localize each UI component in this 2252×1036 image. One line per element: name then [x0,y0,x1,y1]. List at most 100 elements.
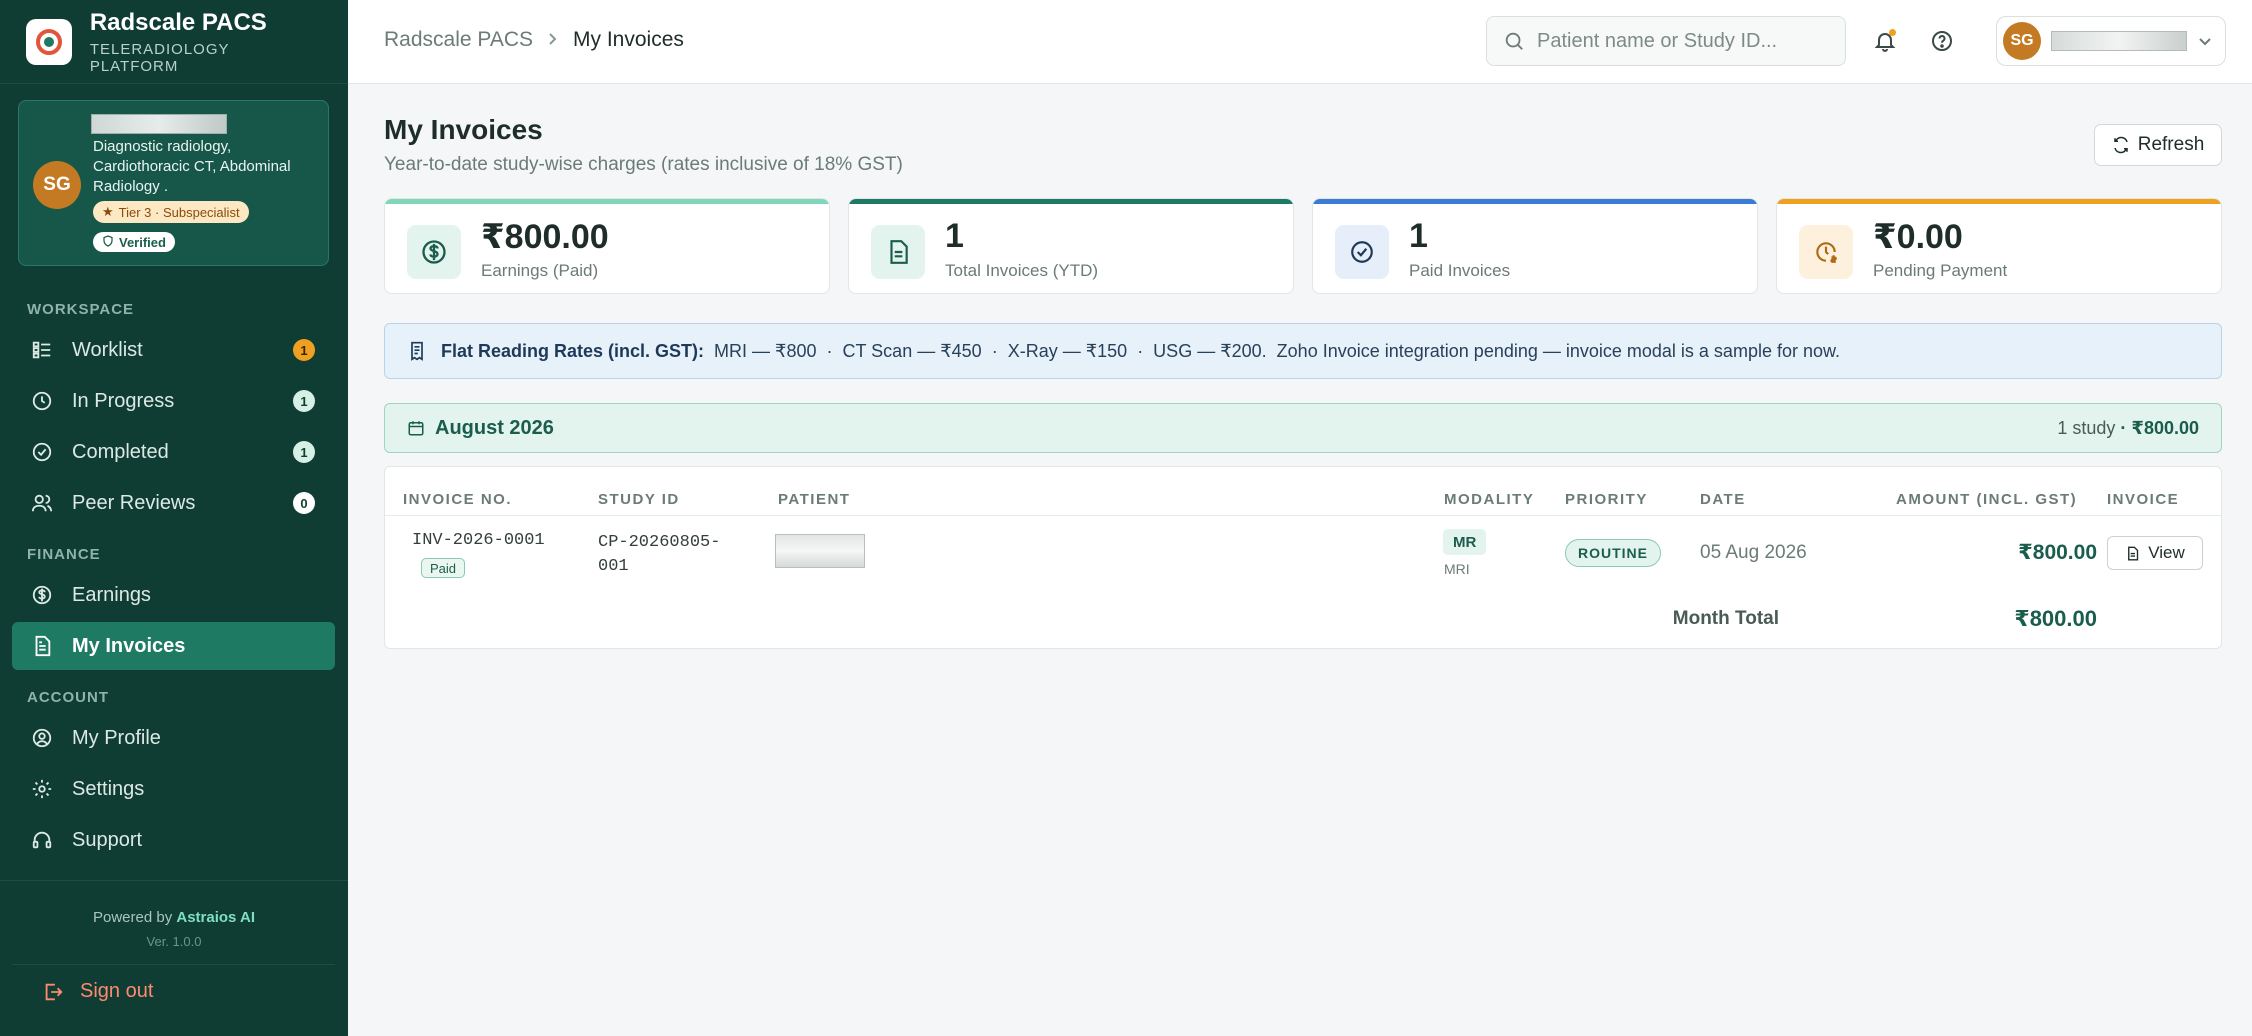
sidebar-item-worklist[interactable]: Worklist 1 [12,326,335,374]
brand-title: Radscale PACS [89,8,267,36]
priority-badge: ROUTINE [1565,539,1661,567]
sidebar-footer: Powered by Astraios AI Ver. 1.0.0 [0,880,348,949]
sidebar-item-label: My Profile [72,726,161,749]
nav-section-account: ACCOUNT [27,689,109,706]
stat-label: Earnings (Paid) [481,261,599,280]
sidebar-item-my-invoices[interactable]: My Invoices [12,622,335,670]
sidebar-item-label: Support [72,828,143,851]
patient-name-redacted [775,534,865,568]
stat-card-pending-payment: ₹0.00 Pending Payment [1776,198,2222,294]
view-invoice-button[interactable]: View [2107,536,2203,570]
sidebar-item-settings[interactable]: Settings [12,765,335,813]
column-header-invoice: INVOICE [2107,491,2180,508]
avatar: SG [2003,22,2041,60]
notifications-button[interactable] [1868,24,1902,58]
brand[interactable]: Radscale PACS TELERADIOLOGY PLATFORM [0,0,348,84]
search-input[interactable] [1537,29,1827,53]
sidebar-item-label: Earnings [72,583,151,606]
sidebar-item-my-profile[interactable]: My Profile [12,714,335,762]
user-circle-icon [30,726,54,750]
receipt-icon [407,341,427,361]
refresh-button[interactable]: Refresh [2094,124,2222,166]
version-label: Ver. 1.0.0 [146,934,202,949]
help-button[interactable] [1925,24,1959,58]
rates-banner: Flat Reading Rates (incl. GST): MRI — ₹8… [384,323,2222,379]
profile-specialty: Diagnostic radiology, Cardiothoracic CT,… [93,138,291,195]
dollar-circle-icon [30,583,54,607]
sidebar-item-label: Worklist [72,338,143,361]
dollar-circle-icon [407,225,461,279]
invoice-amount: ₹800.00 [2018,541,2097,564]
verified-badge: Verified [93,232,175,252]
verified-label: Verified [119,234,166,250]
logout-icon [42,981,64,1003]
profile-card[interactable]: SG Diagnostic radiology, Cardiothoracic … [18,100,329,266]
column-header-date: DATE [1700,491,1746,508]
document-icon [30,634,54,658]
sidebar-item-label: Completed [72,440,169,463]
document-icon [871,225,925,279]
rates-title: Flat Reading Rates (incl. GST): [441,340,705,361]
divider [12,964,335,965]
month-total-label: Month Total [1672,608,1779,629]
modality-name: MRI [1444,561,1470,577]
sidebar-item-support[interactable]: Support [12,816,335,864]
page-subtitle: Year-to-date study-wise charges (rates i… [384,154,903,175]
sidebar-item-peer-reviews[interactable]: Peer Reviews 0 [12,479,335,527]
study-id[interactable]: CP-20260805- 001 [598,531,720,579]
sidebar-item-label: In Progress [72,389,175,412]
column-header-priority: PRIORITY [1565,491,1648,508]
user-name-redacted [2051,31,2187,51]
breadcrumb-root[interactable]: Radscale PACS [384,28,533,52]
stat-card-total-invoices: 1 Total Invoices (YTD) [848,198,1294,294]
column-header-invoice-no: INVOICE NO. [403,491,513,508]
clock-icon [30,389,54,413]
count-badge: 1 [293,441,315,463]
rates-text: MRI — ₹800 · CT Scan — ₹450 · X-Ray — ₹1… [714,340,1840,361]
stat-label: Total Invoices (YTD) [945,261,1099,280]
stat-label: Paid Invoices [1409,261,1511,280]
signout-label: Sign out [80,980,154,1002]
stat-card-earnings: ₹800.00 Earnings (Paid) [384,198,830,294]
invoice-table: INVOICE NO. STUDY ID PATIENT MODALITY PR… [384,466,2222,649]
powered-brand[interactable]: Astraios AI [176,909,255,926]
star-icon: ★ [102,204,114,219]
calendar-icon [407,419,425,437]
stat-card-paid-invoices: 1 Paid Invoices [1312,198,1758,294]
breadcrumb-current: My Invoices [573,28,684,51]
user-menu[interactable]: SG [1996,16,2226,66]
brand-subtitle: TELERADIOLOGY PLATFORM [89,40,230,75]
check-circle-icon [30,440,54,464]
month-total-value: ₹800.00 [2014,606,2097,631]
month-group-header[interactable]: August 2026 1 study · ₹800.00 [384,403,2222,453]
document-icon [2125,546,2140,561]
sidebar-item-label: My Invoices [72,634,186,657]
divider [385,515,2221,516]
month-summary: 1 study · ₹800.00 [2057,418,2199,439]
column-header-modality: MODALITY [1444,491,1535,508]
page-title: My Invoices [384,114,543,145]
nav-section-workspace: WORKSPACE [27,301,135,318]
status-badge: Paid [421,558,466,578]
search-icon [1503,30,1525,52]
powered-by: Powered by Astraios AI [92,909,256,926]
breadcrumb: Radscale PACS My Invoices [384,28,684,52]
gear-icon [30,777,54,801]
refresh-label: Refresh [2137,134,2205,155]
sidebar-item-earnings[interactable]: Earnings [12,571,335,619]
stat-value: ₹0.00 [1873,218,1963,256]
avatar: SG [33,161,81,209]
sidebar-item-completed[interactable]: Completed 1 [12,428,335,476]
list-icon [30,338,54,362]
shield-icon [102,234,114,250]
sidebar-item-in-progress[interactable]: In Progress 1 [12,377,335,425]
tier-label: Tier 3 · Subspecialist [118,204,240,220]
sidebar: Radscale PACS TELERADIOLOGY PLATFORM SG … [0,0,348,1036]
stat-value: 1 [945,217,964,255]
count-badge: 1 [293,390,315,412]
profile-name-redacted [91,114,227,134]
tier-badge: ★ Tier 3 · Subspecialist [93,201,249,223]
month-total: · ₹800.00 [2120,417,2199,438]
signout-button[interactable]: Sign out [42,980,153,1003]
month-study-count: 1 study [2057,417,2116,438]
